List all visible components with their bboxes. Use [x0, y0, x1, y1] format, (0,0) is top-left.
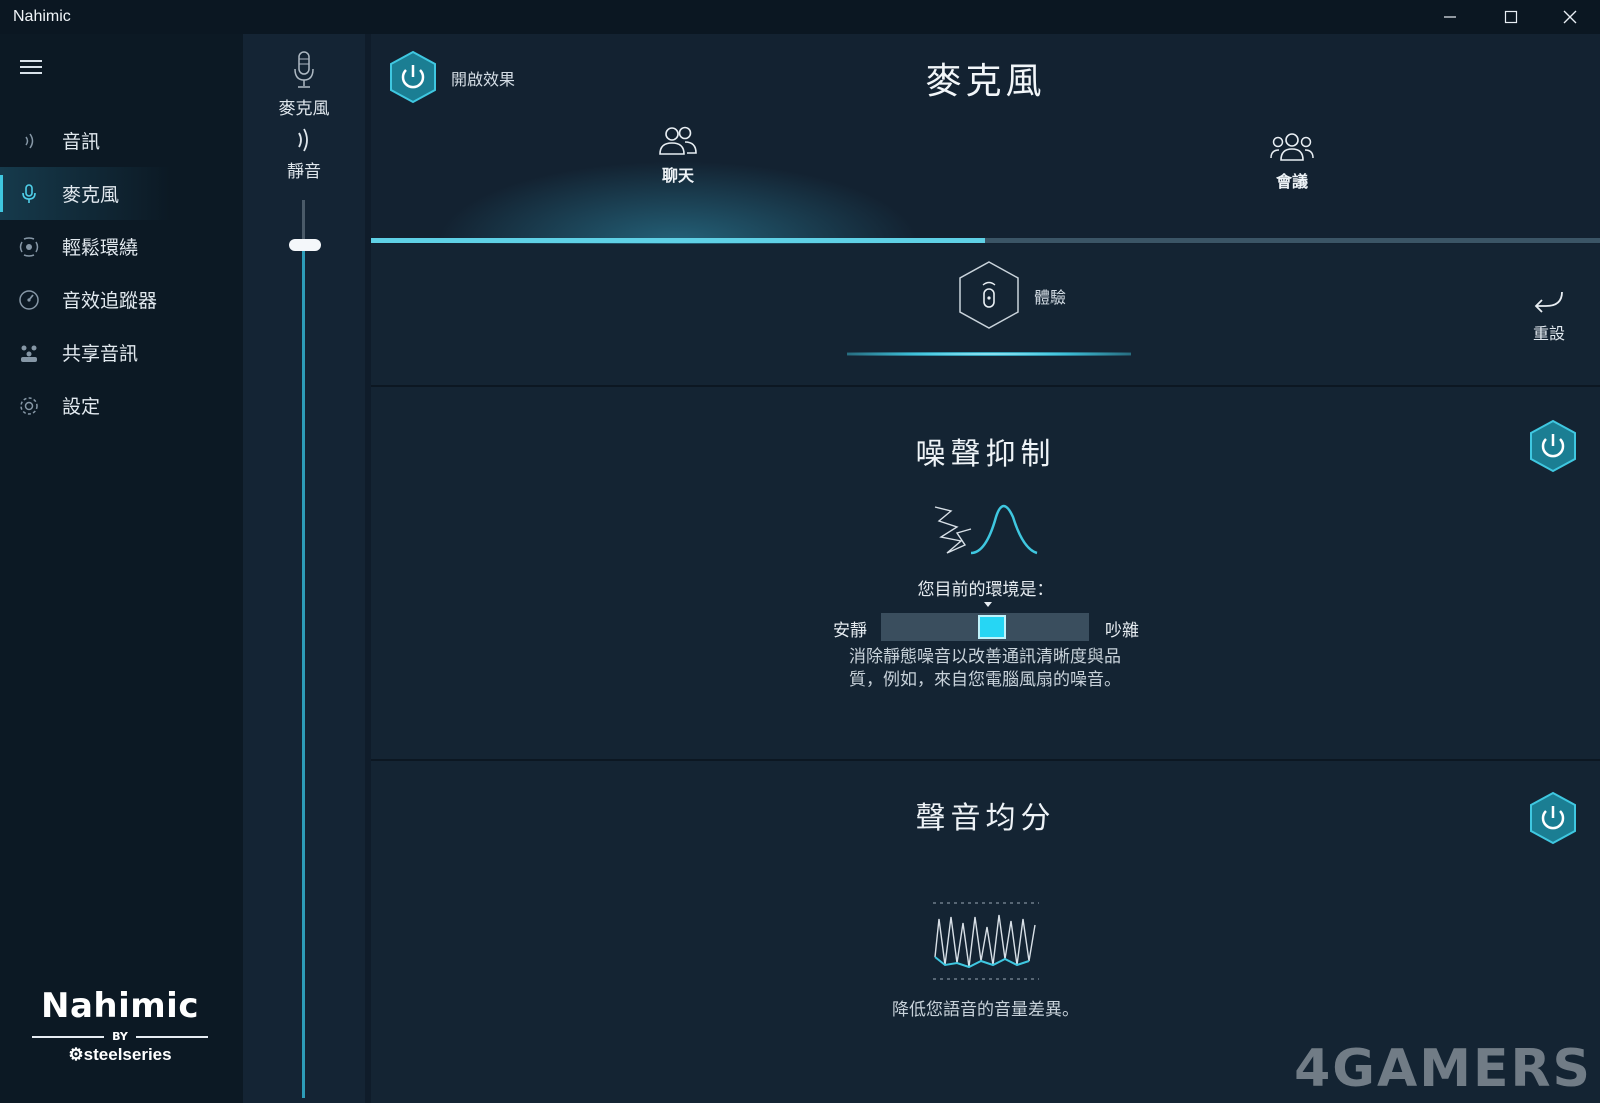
gear-icon	[18, 395, 40, 417]
power-icon	[1530, 791, 1576, 845]
window-title: Nahimic	[13, 8, 71, 25]
environment-slider[interactable]	[881, 613, 1089, 641]
maximize-button[interactable]	[1481, 0, 1541, 34]
chat-users-icon	[659, 126, 697, 155]
mute-button[interactable]: 靜音	[243, 127, 365, 182]
sidebar-nav: 音訊 麥克風 輕鬆環繞 音效追蹤器 共享音訊 設定	[0, 114, 243, 432]
sidebar-item-settings[interactable]: 設定	[0, 379, 243, 432]
experience-glow-line	[847, 352, 1131, 356]
mic-volume-header: 麥克風	[243, 50, 365, 119]
watermark: 4GAMERS	[1294, 1039, 1592, 1099]
nahimic-logo: Nahimic	[41, 986, 199, 1026]
minimize-button[interactable]	[1420, 0, 1480, 34]
brand-by: BY	[32, 1030, 208, 1043]
undo-arrow-icon	[1534, 291, 1563, 313]
mic-volume-label: 麥克風	[278, 99, 330, 119]
noise-suppression-toggle[interactable]	[1529, 419, 1577, 473]
sidebar-item-label: 音訊	[62, 131, 101, 153]
title-bar: Nahimic	[0, 0, 1600, 34]
microphone-icon	[294, 51, 314, 88]
noise-wave-icon	[934, 504, 1038, 555]
page-title: 麥克風	[925, 61, 1046, 102]
maximize-icon	[1504, 10, 1518, 24]
noise-suppression-description: 消除靜態噪音以改善通訊清晰度與品 質，例如，來自您電腦風扇的噪音。	[849, 647, 1121, 690]
noise-suppression-section: 噪聲抑制 您目前的環境是：	[371, 387, 1600, 760]
sidebar-item-share-audio[interactable]: 共享音訊	[0, 326, 243, 379]
tab-meeting-label: 會議	[1275, 172, 1308, 191]
power-icon	[1530, 419, 1576, 473]
noisy-label: 吵雜	[1105, 621, 1139, 641]
sidebar-item-microphone[interactable]: 麥克風	[0, 167, 243, 220]
tab-chat[interactable]: 聊天	[371, 118, 985, 244]
close-button[interactable]	[1540, 0, 1600, 34]
brand-logo: Nahimic BY ⚙steelseries	[32, 986, 208, 1065]
volume-slider-thumb[interactable]	[289, 238, 321, 251]
environment-slider-thumb[interactable]	[977, 615, 1006, 639]
environment-label: 您目前的環境是：	[917, 580, 1054, 600]
microphone-icon	[18, 183, 40, 205]
sidebar-item-label: 輕鬆環繞	[62, 237, 139, 259]
main-panel: 開啟效果 麥克風 聊天 會議 體驗 重設 噪聲抑制 您目前的環境是： 安靜 吵雜…	[371, 34, 1600, 1103]
reset-label: 重設	[1532, 324, 1565, 343]
remote-mic-icon	[959, 261, 1019, 329]
volume-slider-track[interactable]	[302, 200, 305, 1098]
noise-suppression-title: 噪聲抑制	[915, 437, 1056, 472]
sidebar-item-label: 共享音訊	[62, 343, 139, 365]
sidebar-item-sound-tracker[interactable]: 音效追蹤器	[0, 273, 243, 326]
sidebar-item-surround[interactable]: 輕鬆環繞	[0, 220, 243, 273]
sidebar-item-label: 設定	[62, 396, 101, 418]
sound-waves-icon	[298, 128, 308, 152]
voice-leveler-description: 降低您語音的音量差異。	[892, 1000, 1079, 1020]
sidebar-item-audio[interactable]: 音訊	[0, 114, 243, 167]
tab-indicator-active	[371, 238, 985, 243]
mute-label: 靜音	[287, 162, 321, 182]
steelseries-logo: ⚙steelseries	[68, 1045, 172, 1064]
audio-waves-icon	[18, 130, 40, 152]
hamburger-menu-icon[interactable]	[20, 60, 42, 76]
volume-column: 麥克風 靜音	[243, 34, 365, 1103]
reset-button[interactable]: 重設	[1521, 288, 1577, 344]
sidebar-item-label: 麥克風	[62, 184, 120, 206]
sidebar: 音訊 麥克風 輕鬆環繞 音效追蹤器 共享音訊 設定 Nahimic BY ⚙st…	[0, 34, 243, 1103]
sidebar-item-label: 音效追蹤器	[62, 290, 158, 312]
experience-label: 體驗	[1034, 288, 1067, 307]
sound-tracker-icon	[18, 289, 40, 311]
tab-chat-label: 聊天	[661, 166, 694, 185]
preset-tabs: 聊天 會議	[371, 118, 1600, 244]
close-icon	[1563, 10, 1577, 24]
surround-icon	[18, 236, 40, 258]
experience-button[interactable]	[957, 260, 1021, 330]
experience-section: 體驗 重設	[371, 244, 1600, 386]
meeting-users-icon	[1270, 133, 1314, 161]
voice-leveler-toggle[interactable]	[1529, 791, 1577, 845]
minimize-icon	[1444, 16, 1456, 18]
quiet-label: 安靜	[833, 621, 867, 641]
leveler-wave-icon	[933, 902, 1039, 980]
tab-meeting[interactable]: 會議	[985, 118, 1599, 244]
env-slider-caret	[984, 602, 992, 607]
voice-leveler-title: 聲音均分	[915, 801, 1056, 836]
share-audio-icon	[18, 342, 40, 364]
